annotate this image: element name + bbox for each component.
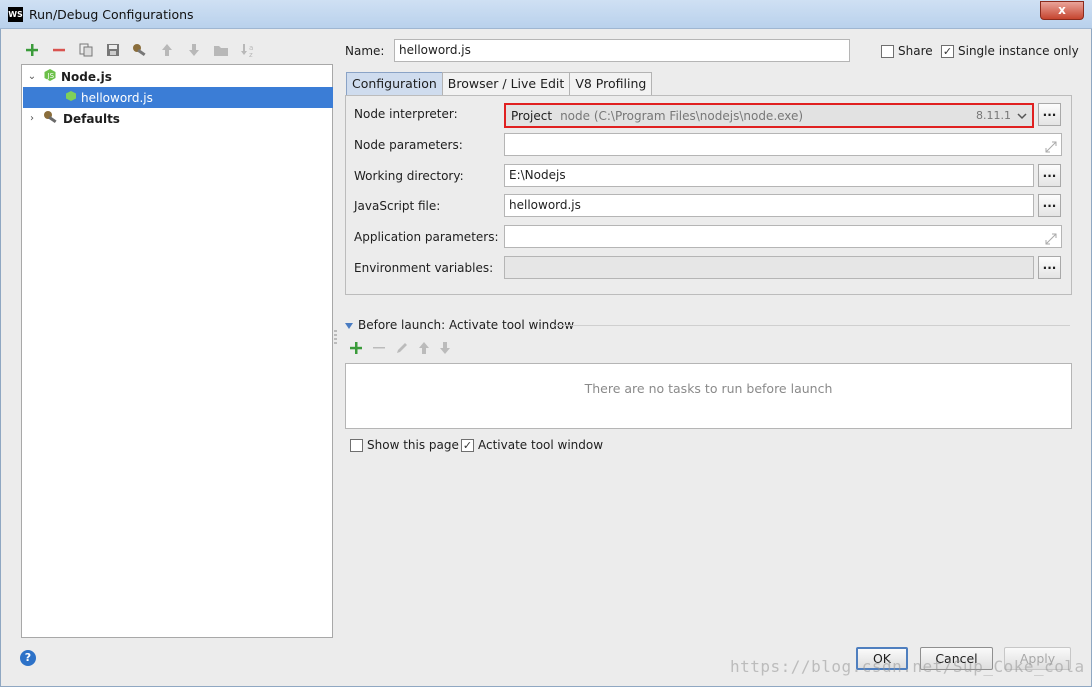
- tab-browser-live-edit[interactable]: Browser / Live Edit: [441, 72, 571, 95]
- application-parameters-input[interactable]: [504, 225, 1062, 248]
- activate-tool-window-checkbox[interactable]: ✓: [461, 438, 474, 452]
- close-window-button[interactable]: x: [1040, 1, 1084, 20]
- single-instance-checkbox-row[interactable]: ✓ Single instance only: [941, 44, 1079, 58]
- configurations-tree: ⌄ JS Node.js helloword.js › Defaults: [21, 64, 333, 638]
- wrench-icon: [43, 110, 59, 127]
- expand-icon[interactable]: [1045, 139, 1057, 155]
- webstorm-app-icon: WS: [8, 7, 23, 22]
- working-directory-label: Working directory:: [354, 169, 464, 183]
- before-launch-toolbar: [349, 341, 451, 358]
- remove-task-icon[interactable]: [372, 341, 386, 358]
- move-task-up-icon[interactable]: [418, 341, 430, 358]
- expand-icon[interactable]: [1045, 231, 1057, 247]
- before-launch-header[interactable]: Before launch: Activate tool window: [345, 318, 574, 332]
- watermark: https://blog.csdn.net/Sup_Coke_cola: [730, 657, 1085, 676]
- tree-item-label: helloword.js: [81, 90, 153, 105]
- node-interpreter-label: Node interpreter:: [354, 107, 458, 121]
- title-bar: WS Run/Debug Configurations x: [0, 0, 1092, 29]
- interpreter-scope: Project: [511, 108, 553, 123]
- tab-configuration[interactable]: Configuration: [346, 72, 443, 95]
- svg-text:z: z: [249, 51, 253, 58]
- share-label: Share: [898, 44, 933, 58]
- chevron-down-icon[interactable]: [1017, 109, 1027, 123]
- share-checkbox[interactable]: [881, 44, 894, 58]
- edit-defaults-icon[interactable]: [130, 40, 150, 60]
- interpreter-version: 8.11.1: [976, 109, 1011, 122]
- activate-tool-window-checkbox-row[interactable]: ✓ Activate tool window: [461, 438, 603, 452]
- javascript-file-browse-button[interactable]: ...: [1038, 194, 1061, 217]
- tree-item-label: Defaults: [63, 111, 120, 126]
- single-instance-checkbox[interactable]: ✓: [941, 44, 954, 58]
- configurations-toolbar: az: [22, 40, 258, 60]
- share-checkbox-row[interactable]: Share: [881, 44, 933, 58]
- name-input[interactable]: helloword.js: [394, 39, 850, 62]
- application-parameters-label: Application parameters:: [354, 230, 499, 244]
- before-launch-tasks-list: There are no tasks to run before launch: [345, 363, 1072, 429]
- node-interpreter-select[interactable]: Project node (C:\Program Files\nodejs\no…: [504, 103, 1034, 128]
- environment-variables-input[interactable]: [504, 256, 1034, 279]
- tree-item-label: Node.js: [61, 69, 112, 84]
- tab-v8-profiling[interactable]: V8 Profiling: [569, 72, 653, 95]
- tree-item-nodejs[interactable]: ⌄ JS Node.js: [23, 66, 333, 87]
- working-directory-browse-button[interactable]: ...: [1038, 164, 1061, 187]
- remove-icon[interactable]: [49, 40, 69, 60]
- collapse-triangle-icon[interactable]: [345, 318, 353, 332]
- before-launch-title: Before launch: Activate tool window: [358, 318, 575, 332]
- add-task-icon[interactable]: [349, 341, 363, 358]
- move-up-icon[interactable]: [157, 40, 177, 60]
- config-tabs: Configuration Browser / Live Edit V8 Pro…: [346, 72, 653, 95]
- environment-variables-label: Environment variables:: [354, 261, 494, 275]
- svg-text:JS: JS: [47, 72, 55, 80]
- chevron-down-icon[interactable]: ⌄: [25, 71, 39, 82]
- nodejs-icon: JS: [43, 68, 57, 85]
- tree-item-defaults[interactable]: › Defaults: [23, 108, 333, 129]
- sort-icon[interactable]: az: [238, 40, 258, 60]
- environment-variables-browse-button[interactable]: ...: [1038, 256, 1061, 279]
- section-divider: [555, 325, 1070, 326]
- name-label: Name:: [345, 44, 385, 58]
- chevron-right-icon[interactable]: ›: [25, 113, 39, 124]
- save-icon[interactable]: [103, 40, 123, 60]
- folder-icon[interactable]: [211, 40, 231, 60]
- javascript-file-input[interactable]: helloword.js: [504, 194, 1034, 217]
- window-title: Run/Debug Configurations: [29, 7, 194, 22]
- nodejs-file-icon: [65, 90, 77, 105]
- help-button[interactable]: ?: [20, 650, 36, 666]
- show-page-label: Show this page: [367, 438, 459, 452]
- show-page-checkbox[interactable]: [350, 438, 363, 452]
- show-page-checkbox-row[interactable]: Show this page: [350, 438, 459, 452]
- single-instance-label: Single instance only: [958, 44, 1079, 58]
- move-down-icon[interactable]: [184, 40, 204, 60]
- edit-task-icon[interactable]: [395, 341, 409, 358]
- activate-tool-window-label: Activate tool window: [478, 438, 604, 452]
- javascript-file-label: JavaScript file:: [354, 199, 441, 213]
- node-interpreter-browse-button[interactable]: ...: [1038, 103, 1061, 126]
- node-parameters-input[interactable]: [504, 133, 1062, 156]
- working-directory-input[interactable]: E:\Nodejs: [504, 164, 1034, 187]
- node-parameters-label: Node parameters:: [354, 138, 463, 152]
- move-task-down-icon[interactable]: [439, 341, 451, 358]
- splitter-handle[interactable]: [334, 330, 337, 344]
- interpreter-path: node (C:\Program Files\nodejs\node.exe): [560, 108, 804, 123]
- copy-icon[interactable]: [76, 40, 96, 60]
- add-icon[interactable]: [22, 40, 42, 60]
- tree-item-helloword[interactable]: helloword.js: [23, 87, 333, 108]
